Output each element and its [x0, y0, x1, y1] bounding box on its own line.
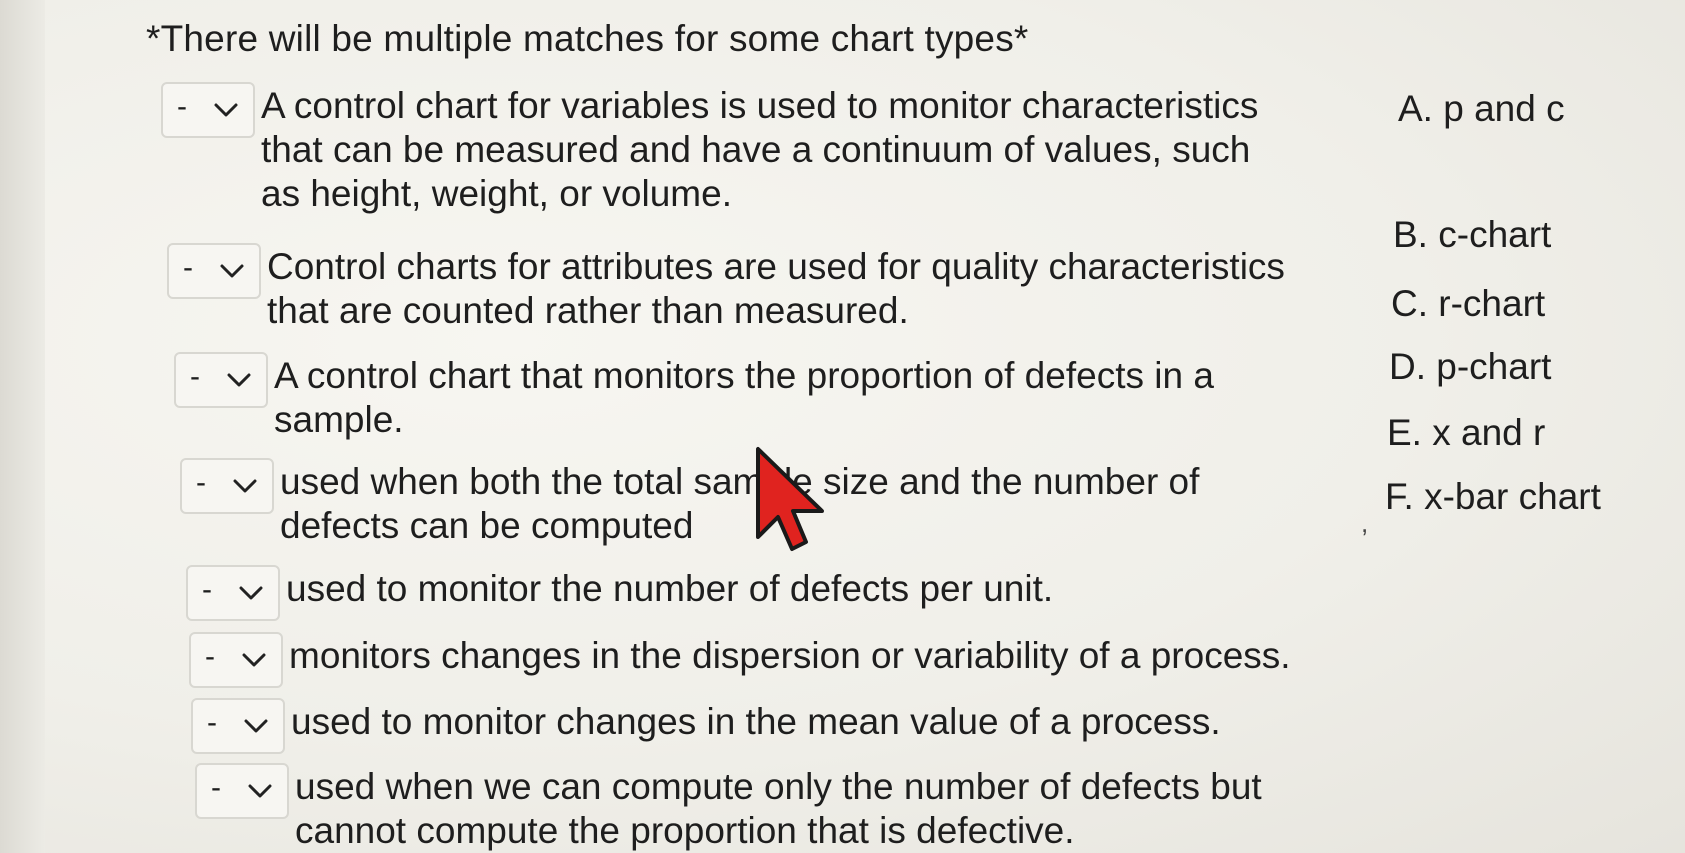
question-row-8: - used when we can compute only the numb…: [195, 763, 1262, 853]
answer-letter: F.: [1385, 476, 1414, 517]
question-line: that can be measured and have a continuu…: [261, 129, 1251, 170]
question-line: used to monitor the number of defects pe…: [286, 568, 1054, 609]
answer-select-7[interactable]: -: [191, 698, 285, 754]
question-row-5: - used to monitor the number of defects …: [186, 565, 1053, 621]
select-value: -: [183, 251, 193, 284]
chevron-down-icon: [232, 478, 258, 494]
chevron-down-icon: [213, 102, 239, 118]
answer-letter: A.: [1398, 88, 1433, 129]
question-line: used when both the total sample size and…: [280, 461, 1200, 502]
answer-letter: C.: [1391, 283, 1428, 324]
question-row-4: - used when both the total sample size a…: [180, 458, 1199, 548]
question-line: monitors changes in the dispersion or va…: [289, 635, 1291, 676]
answer-select-1[interactable]: -: [161, 82, 255, 138]
answer-text: x-bar chart: [1424, 476, 1601, 517]
question-text-8: used when we can compute only the number…: [295, 765, 1262, 853]
question-row-7: - used to monitor changes in the mean va…: [191, 698, 1221, 754]
answer-text: p-chart: [1436, 346, 1552, 387]
question-line: A control chart that monitors the propor…: [274, 355, 1214, 396]
question-text-7: used to monitor changes in the mean valu…: [291, 700, 1221, 744]
chevron-down-icon: [226, 372, 252, 388]
answer-option-a: A. p and c: [1398, 88, 1565, 130]
instructions-note: *There will be multiple matches for some…: [146, 18, 1029, 59]
answer-select-2[interactable]: -: [167, 243, 261, 299]
chevron-down-icon: [247, 783, 273, 799]
question-text-3: A control chart that monitors the propor…: [274, 354, 1214, 442]
screen-left-bezel: [0, 0, 45, 853]
mouse-cursor-icon: [752, 445, 832, 560]
question-row-6: - monitors changes in the dispersion or …: [189, 632, 1291, 688]
question-row-3: - A control chart that monitors the prop…: [174, 352, 1214, 442]
question-text-2: Control charts for attributes are used f…: [267, 245, 1285, 333]
select-value: -: [207, 706, 217, 739]
select-value: -: [202, 573, 212, 606]
question-line: cannot compute the proportion that is de…: [295, 810, 1075, 851]
answer-select-5[interactable]: -: [186, 565, 280, 621]
answer-option-c: C. r-chart: [1391, 283, 1545, 325]
select-value: -: [196, 466, 206, 499]
answer-select-6[interactable]: -: [189, 632, 283, 688]
question-text-4: used when both the total sample size and…: [280, 460, 1199, 548]
answer-text: x and r: [1432, 412, 1546, 453]
question-line: defects can be computed: [280, 505, 694, 546]
question-text-1: A control chart for variables is used to…: [261, 84, 1258, 216]
answer-letter: E.: [1387, 412, 1422, 453]
answer-letter: D.: [1389, 346, 1426, 387]
question-line: sample.: [274, 399, 404, 440]
select-value: -: [211, 771, 221, 804]
select-value: -: [190, 360, 200, 393]
answer-text: r-chart: [1438, 283, 1546, 324]
question-line: Control charts for attributes are used f…: [267, 246, 1285, 287]
chevron-down-icon: [243, 718, 269, 734]
answer-option-e: E. x and r: [1387, 412, 1545, 454]
answer-text: p and c: [1443, 88, 1565, 129]
question-line: that are counted rather than measured.: [267, 290, 909, 331]
question-line: as height, weight, or volume.: [261, 173, 732, 214]
answer-select-8[interactable]: -: [195, 763, 289, 819]
question-row-2: - Control charts for attributes are used…: [167, 243, 1285, 333]
question-line: A control chart for variables is used to…: [261, 85, 1259, 126]
answer-letter: B.: [1393, 214, 1428, 255]
chevron-down-icon: [241, 652, 267, 668]
chevron-down-icon: [238, 585, 264, 601]
question-row-1: - A control chart for variables is used …: [161, 82, 1258, 216]
answer-option-f: F. x-bar chart: [1385, 476, 1601, 518]
select-value: -: [177, 90, 187, 123]
stray-mark: ,: [1361, 508, 1369, 538]
question-line: used to monitor changes in the mean valu…: [291, 701, 1221, 742]
question-text-6: monitors changes in the dispersion or va…: [289, 634, 1291, 678]
answer-select-3[interactable]: -: [174, 352, 268, 408]
answer-select-4[interactable]: -: [180, 458, 274, 514]
chevron-down-icon: [219, 263, 245, 279]
question-line: used when we can compute only the number…: [295, 766, 1262, 807]
question-text-5: used to monitor the number of defects pe…: [286, 567, 1053, 611]
select-value: -: [205, 640, 215, 673]
answer-option-d: D. p-chart: [1389, 346, 1551, 388]
answer-option-b: B. c-chart: [1393, 214, 1551, 256]
answer-text: c-chart: [1438, 214, 1552, 255]
